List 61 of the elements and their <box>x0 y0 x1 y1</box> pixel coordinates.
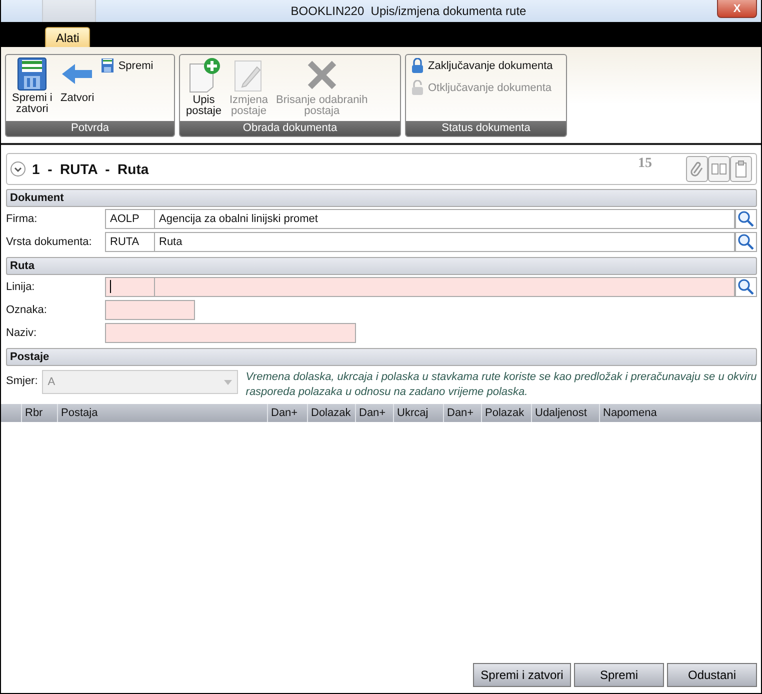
field-label: Firma: <box>6 212 38 224</box>
column-header[interactable]: Dan+ <box>443 404 481 422</box>
dropdown-caret-icon <box>224 380 232 384</box>
field-label: Naziv: <box>6 326 38 338</box>
footer-button[interactable]: Spremi <box>574 663 664 687</box>
document-count: 15 <box>638 156 652 172</box>
section-header: Postaje <box>6 348 757 366</box>
quick-access-bar <box>42 0 96 22</box>
search-button[interactable] <box>735 208 757 228</box>
document-title: 1 - RUTA - Ruta <box>32 161 150 177</box>
input-field[interactable] <box>105 322 356 342</box>
column-header[interactable]: Ukrcaj <box>393 404 443 422</box>
toolbar-button[interactable]: Upis postaje <box>183 57 224 117</box>
value-field[interactable]: Ruta <box>155 232 735 252</box>
value-field[interactable]: Agencija za obalni linijski promet <box>155 208 735 228</box>
column-header[interactable]: Polazak <box>481 404 531 422</box>
field-label: Vrsta dokumenta: <box>6 236 93 248</box>
section-header: Ruta <box>6 257 757 275</box>
book-icon <box>711 163 727 175</box>
paperclip-icon <box>690 160 704 178</box>
toolbar-button[interactable]: Spremi i zatvori <box>9 57 56 115</box>
column-header[interactable]: Dan+ <box>267 404 307 422</box>
group-title: Status dokumenta <box>406 121 566 136</box>
window-title: BOOKLIN220 Upis/izmjena dokumenta rute <box>290 4 528 18</box>
toolbar-button[interactable]: Spremi <box>99 57 156 74</box>
search-icon <box>737 278 755 294</box>
open-padlock-icon <box>411 80 424 96</box>
clipboard-icon <box>735 160 747 178</box>
ribbon-tab[interactable]: Alati <box>45 27 90 47</box>
padlock-icon <box>411 58 424 74</box>
field-label: Smjer: <box>6 375 38 387</box>
column-header[interactable]: Dolazak <box>307 404 355 422</box>
toolbar-button[interactable]: Zaključavanje dokumenta <box>409 57 555 75</box>
search-icon <box>737 234 755 250</box>
column-header[interactable]: Postaja <box>57 404 267 422</box>
info-note: Vremena dolaska, ukrcaja i polaska u stavkama rute koriste se kao predložak i preračunavaju se u okviru rasporeda polazaka u odnosu na zadano vrijeme polaska. <box>246 370 757 400</box>
footer-button[interactable]: Odustani <box>667 663 757 687</box>
field-label: Linija: <box>6 280 36 292</box>
code-field[interactable]: RUTA <box>105 232 155 252</box>
toolbar-button[interactable]: Zatvori <box>57 57 98 104</box>
value-field[interactable] <box>155 276 735 296</box>
footer-button[interactable]: Spremi i zatvori <box>473 663 571 687</box>
code-field[interactable] <box>105 276 155 296</box>
column-header[interactable]: Napomena <box>599 404 689 422</box>
group-title: Obrada dokumenta <box>180 121 400 136</box>
column-header[interactable]: Rbr <box>21 404 57 422</box>
search-icon <box>737 210 755 226</box>
section-header: Dokument <box>6 189 757 207</box>
book-button[interactable] <box>708 156 730 182</box>
column-header[interactable]: Udaljenost <box>531 404 599 422</box>
input-field[interactable] <box>105 300 195 320</box>
collapse-icon[interactable] <box>10 161 26 177</box>
code-field[interactable]: AOLP <box>105 208 155 228</box>
column-header[interactable]: Dan+ <box>355 404 393 422</box>
search-button[interactable] <box>735 276 757 296</box>
add-page-icon <box>186 57 221 93</box>
group-title: Potvrda <box>6 121 174 136</box>
attach-button[interactable] <box>686 156 708 182</box>
field-label: Oznaka: <box>6 304 48 316</box>
clipboard-button[interactable] <box>730 156 752 182</box>
search-button[interactable] <box>735 232 757 252</box>
